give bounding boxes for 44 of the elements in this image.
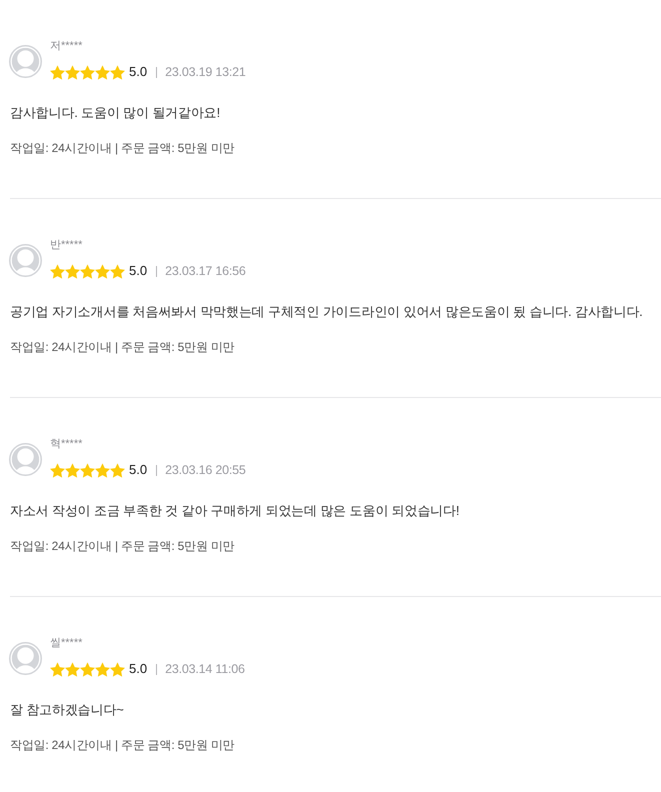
star-icon <box>110 64 125 80</box>
star-icon <box>65 662 80 676</box>
star-icon <box>50 462 65 478</box>
star-icon <box>80 662 95 676</box>
star-icon <box>50 264 65 278</box>
review-text: 자소서 작성이 조금 부족한 것 같아 구매하게 되었는데 많은 도움이 되었습니다! <box>10 503 460 518</box>
star-icon <box>95 662 110 676</box>
review-date: 23.03.14 11:06 <box>165 661 245 678</box>
star-icon <box>65 264 80 278</box>
order-details: 작업일: 24시간이내 | 주문 금액: 5만원 미만 <box>10 539 234 553</box>
review-text: 공기업 자기소개서를 처음써봐서 막막했는데 구체적인 가이드라인이 있어서 많은도움이 됬 습니다. 감사합니다. <box>10 304 643 319</box>
avatar-icon <box>9 642 42 675</box>
review-text: 잘 참고하겠습니다~ <box>10 702 124 717</box>
avatar-icon <box>9 244 42 277</box>
rating-score: 5.0 <box>129 461 148 479</box>
avatar-icon <box>9 45 42 78</box>
review-date: 23.03.16 20:55 <box>165 462 246 479</box>
review-date: 23.03.17 16:56 <box>165 263 246 280</box>
star-icon <box>50 64 65 80</box>
reviewer-name: 저***** <box>50 39 82 54</box>
star-icon <box>80 264 95 278</box>
star-icon <box>95 462 110 478</box>
review-date: 23.03.19 13:21 <box>165 64 246 81</box>
reviewer-name: 씰***** <box>50 636 82 651</box>
reviewer-name: 반***** <box>50 238 82 253</box>
star-icon <box>80 462 95 478</box>
order-details: 작업일: 24시간이내 | 주문 금액: 5만원 미만 <box>10 340 234 354</box>
rating-score: 5.0 <box>129 63 148 81</box>
star-icon <box>110 264 125 278</box>
rating-score: 5.0 <box>129 262 148 280</box>
avatar-icon <box>9 443 42 476</box>
reviewer-name: 혁***** <box>50 437 82 452</box>
order-details: 작업일: 24시간이내 | 주문 금액: 5만원 미만 <box>10 141 234 155</box>
star-icon <box>95 264 110 278</box>
star-icon <box>50 662 65 676</box>
star-icon <box>95 64 110 80</box>
review-text: 감사합니다. 도움이 많이 될거같아요! <box>10 105 220 120</box>
star-icon <box>80 64 95 80</box>
star-icon <box>65 462 80 478</box>
order-details: 작업일: 24시간이내 | 주문 금액: 5만원 미만 <box>10 738 234 752</box>
star-icon <box>110 662 125 676</box>
star-icon <box>65 64 80 80</box>
rating-score: 5.0 <box>129 660 148 678</box>
star-icon <box>110 462 125 478</box>
